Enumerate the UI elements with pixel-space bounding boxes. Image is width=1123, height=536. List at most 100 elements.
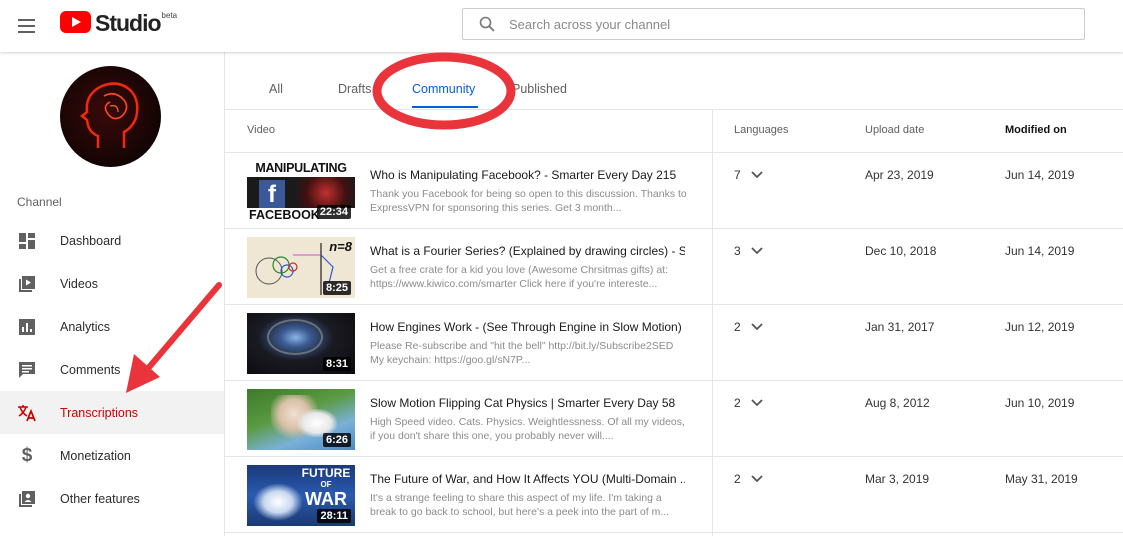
translate-icon [17,403,37,423]
search-icon [479,16,495,32]
modified-date: Jun 10, 2019 [1005,396,1075,410]
tab-drafts[interactable]: Drafts [338,82,371,96]
upload-date: Apr 23, 2019 [865,168,934,182]
chevron-down-icon [751,475,763,483]
video-duration: 8:25 [322,281,351,295]
sidebar: Channel Dashboard Videos Analytics Comme… [0,52,225,536]
main-content: All Drafts Community Published Video Lan… [225,52,1123,536]
studio-logo[interactable]: Studio beta [60,11,177,39]
languages-count: 7 [734,168,741,182]
modified-date: Jun 14, 2019 [1005,168,1075,182]
video-description: It's a strange feeling to share this asp… [370,492,670,518]
video-description: Please Re-subscribe and "hit the bell" h… [370,340,674,366]
column-header-video: Video [247,124,275,136]
sidebar-item-monetization[interactable]: $ Monetization [0,434,224,477]
video-title[interactable]: Slow Motion Flipping Cat Physics | Smart… [370,396,685,410]
sidebar-item-videos[interactable]: Videos [0,262,224,305]
video-thumbnail[interactable]: 8:31 [247,313,355,374]
languages-dropdown[interactable]: 7 [734,168,763,182]
chevron-down-icon [751,323,763,331]
beta-badge: beta [161,11,178,20]
sidebar-item-label: Transcriptions [60,405,139,420]
video-duration: 6:26 [322,433,351,447]
upload-date: Mar 3, 2019 [865,472,930,486]
thumbnail-text: WAR [305,489,347,509]
sidebar-item-comments[interactable]: Comments [0,348,224,391]
modified-date: Jun 12, 2019 [1005,320,1075,334]
video-title[interactable]: How Engines Work - (See Through Engine i… [370,320,685,334]
sidebar-item-label: Analytics [60,319,111,334]
thumbnail-text: n=8 [329,239,352,254]
column-header-languages: Languages [734,124,789,136]
chevron-down-icon [751,247,763,255]
videos-icon [17,274,37,294]
dollar-icon: $ [21,444,33,466]
languages-dropdown[interactable]: 3 [734,244,763,258]
column-header-modified-on[interactable]: Modified on [1005,124,1067,136]
video-description: High Speed video. Cats. Physics. Weightl… [370,416,685,442]
video-thumbnail[interactable]: n=8 8:25 [247,237,355,298]
thumbnail-text: OF [320,480,332,489]
languages-dropdown[interactable]: 2 [734,472,763,486]
thumbnail-text: FACEBOOK [249,208,320,222]
languages-count: 2 [734,396,741,410]
table-header: Video Languages Upload date Modified on [225,110,1123,153]
sidebar-item-label: Dashboard [60,233,122,248]
active-tab-indicator [412,106,478,108]
video-thumbnail[interactable]: MANIPULATING f FACEBOOK 22:34 [247,161,355,222]
languages-count: 2 [734,472,741,486]
column-header-upload-date[interactable]: Upload date [865,124,924,136]
video-duration: 8:31 [322,357,351,371]
table-row[interactable]: MANIPULATING f FACEBOOK 22:34 Who is Man… [225,153,1123,229]
sidebar-item-label: Monetization [60,448,131,463]
languages-dropdown[interactable]: 2 [734,396,763,410]
top-bar: Studio beta [0,0,1123,52]
chevron-down-icon [751,399,763,407]
table-row[interactable]: 6:26 Slow Motion Flipping Cat Physics | … [225,381,1123,457]
chevron-down-icon [751,171,763,179]
upload-date: Aug 8, 2012 [865,396,930,410]
facebook-logo-icon: f [259,180,285,208]
video-description: Thank you Facebook for being so open to … [370,188,687,214]
languages-count: 3 [734,244,741,258]
languages-dropdown[interactable]: 2 [734,320,763,334]
search-input[interactable] [509,16,1049,32]
menu-icon[interactable] [16,15,38,37]
table-row[interactable]: FUTURE OF WAR 28:11 The Future of War, a… [225,457,1123,533]
sidebar-item-label: Comments [60,362,121,377]
sidebar-item-dashboard[interactable]: Dashboard [0,219,224,262]
dashboard-icon [17,231,37,251]
video-duration: 28:11 [317,509,351,523]
modified-date: Jun 14, 2019 [1005,244,1075,258]
thumbnail-text: MANIPULATING [255,161,347,175]
video-thumbnail[interactable]: 6:26 [247,389,355,450]
channel-avatar[interactable] [60,66,161,167]
video-title[interactable]: Who is Manipulating Facebook? - Smarter … [370,168,685,182]
upload-date: Dec 10, 2018 [865,244,937,258]
tab-all[interactable]: All [269,82,283,96]
channel-section-label: Channel [17,195,62,209]
video-title[interactable]: The Future of War, and How It Affects YO… [370,472,685,486]
languages-count: 2 [734,320,741,334]
modified-date: May 31, 2019 [1005,472,1078,486]
analytics-icon [17,317,37,337]
video-title[interactable]: What is a Fourier Series? (Explained by … [370,244,685,258]
video-thumbnail[interactable]: FUTURE OF WAR 28:11 [247,465,355,526]
sidebar-nav: Dashboard Videos Analytics Comments Tran… [0,219,224,520]
comments-icon [17,360,37,380]
sidebar-item-analytics[interactable]: Analytics [0,305,224,348]
sidebar-item-transcriptions[interactable]: Transcriptions [0,391,224,434]
tab-published[interactable]: Published [512,82,567,96]
video-description: Get a free crate for a kid you love (Awe… [370,264,669,290]
thumbnail-text: FUTURE [301,466,351,480]
table-row[interactable]: n=8 8:25 What is a Fourier Series? (Expl… [225,229,1123,305]
tab-bar: All Drafts Community Published [225,52,1123,110]
sidebar-item-label: Videos [60,276,98,291]
tab-community[interactable]: Community [412,82,475,96]
table-row[interactable]: 8:31 How Engines Work - (See Through Eng… [225,305,1123,381]
other-features-icon [17,489,37,509]
search-box[interactable] [462,8,1085,40]
sidebar-item-other-features[interactable]: Other features [0,477,224,520]
column-divider [712,110,713,536]
video-duration: 22:34 [316,205,351,219]
